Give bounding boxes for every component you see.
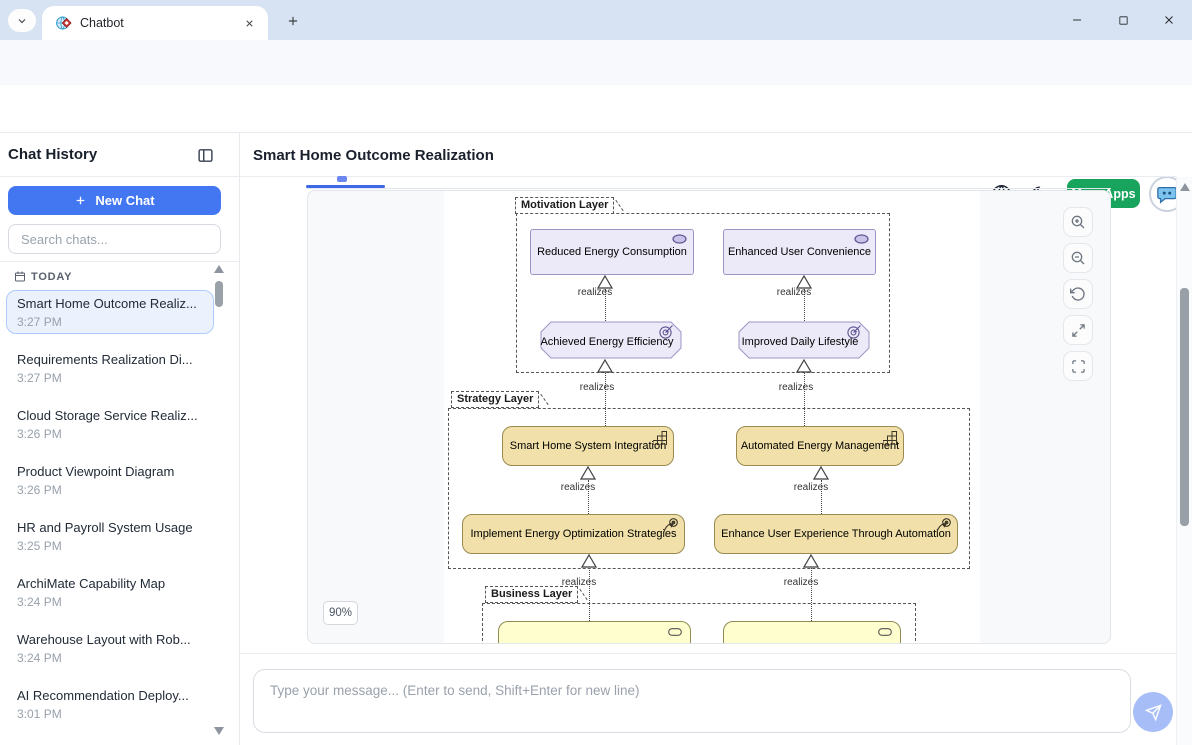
sidebar-scroll-up-arrow[interactable]: [214, 265, 224, 273]
relation-label: realizes: [794, 482, 828, 493]
course-of-action-icon: [663, 518, 678, 533]
relation-label: realizes: [578, 287, 612, 298]
course-of-action-icon: [936, 518, 951, 533]
goal-icon: [854, 234, 869, 244]
new-chat-button[interactable]: New Chat: [8, 186, 221, 215]
plus-icon: [74, 194, 87, 207]
conversation-title: Smart Home Outcome Realization: [253, 147, 494, 164]
browser-tab-strip: Chatbot: [0, 0, 1192, 40]
business-service-icon: [668, 628, 682, 636]
chat-history-item[interactable]: AI Recommendation Deploy... 3:01 PM: [6, 682, 214, 726]
chevron-down-icon: [16, 15, 28, 27]
page-scrollbar-thumb[interactable]: [1180, 288, 1189, 526]
scrolled-tab-fragment: [337, 176, 347, 182]
diagram-fullscreen-button[interactable]: [1063, 351, 1093, 381]
close-icon: [1163, 14, 1175, 26]
plus-icon: [286, 14, 300, 28]
send-icon: [1145, 704, 1162, 721]
diagram-viewer-panel[interactable]: Motivation Layer Reduced Energy Consumpt…: [307, 190, 1111, 644]
business-service-node[interactable]: [723, 621, 901, 644]
motivation-layer-label: Motivation Layer: [515, 197, 614, 214]
relation-label: realizes: [580, 382, 614, 393]
relation-label: realizes: [779, 382, 813, 393]
chat-bot-icon: [1156, 183, 1178, 205]
browser-toolbar: ai-toolbox.visual-paradigm.com/app/chatb…: [0, 40, 1192, 85]
chat-history-item[interactable]: Requirements Realization Di... 3:27 PM: [6, 346, 214, 390]
zoom-in-icon: [1070, 214, 1086, 230]
fullscreen-icon: [1071, 359, 1086, 374]
chat-history-item[interactable]: HR and Payroll System Usage 3:25 PM: [6, 514, 214, 558]
realization-arrowhead: [597, 359, 613, 373]
close-icon: [244, 18, 255, 29]
diagram-zoom-level-badge: 90%: [323, 601, 358, 625]
business-service-node[interactable]: [498, 621, 691, 644]
course-of-action-node[interactable]: Implement Energy Optimization Strategies: [462, 514, 685, 554]
sidebar-collapse-button[interactable]: [196, 146, 214, 164]
content-divider: [240, 176, 1176, 177]
tab-search-button[interactable]: [8, 9, 36, 32]
sidebar-scroll-down-arrow[interactable]: [214, 727, 224, 735]
sidebar-divider: [0, 176, 239, 177]
panel-toggle-icon: [197, 147, 214, 164]
composer-divider: [240, 653, 1176, 654]
diagram-expand-button[interactable]: [1063, 315, 1093, 345]
active-tab-underline: [306, 185, 385, 188]
sidebar-title: Chat History: [8, 146, 97, 163]
visual-paradigm-favicon: [56, 15, 72, 31]
today-label: TODAY: [31, 271, 72, 283]
chat-history-item[interactable]: Smart Home Outcome Realiz... 3:27 PM: [6, 290, 214, 334]
chat-history-list: Smart Home Outcome Realiz... 3:27 PM Req…: [6, 290, 214, 738]
calendar-icon: [14, 270, 26, 283]
strategy-layer-label: Strategy Layer: [451, 391, 539, 408]
maximize-icon: [1118, 15, 1129, 26]
search-chats-input[interactable]: [8, 224, 221, 254]
realization-arrowhead: [813, 466, 829, 480]
message-input[interactable]: [253, 669, 1131, 733]
send-message-button[interactable]: [1133, 692, 1173, 732]
window-maximize-button[interactable]: [1100, 6, 1146, 34]
relation-label: realizes: [561, 482, 595, 493]
window-minimize-button[interactable]: [1054, 6, 1100, 34]
capability-icon: [653, 431, 667, 445]
capability-node[interactable]: Automated Energy Management: [736, 426, 904, 466]
goal-node[interactable]: Reduced Energy Consumption: [530, 229, 694, 275]
sidebar-scrollbar-thumb[interactable]: [215, 281, 223, 307]
chat-history-item[interactable]: Warehouse Layout with Rob... 3:24 PM: [6, 626, 214, 670]
diagram-reset-view-button[interactable]: [1063, 279, 1093, 309]
minimize-icon: [1071, 14, 1083, 26]
chat-history-item[interactable]: ArchiMate Capability Map 3:24 PM: [6, 570, 214, 614]
today-section-header: TODAY: [14, 270, 72, 283]
new-tab-button[interactable]: [280, 9, 306, 33]
diagram-zoom-out-button[interactable]: [1063, 243, 1093, 273]
chat-history-item[interactable]: Product Viewpoint Diagram 3:26 PM: [6, 458, 214, 502]
realization-arrowhead: [803, 554, 819, 568]
business-service-icon: [878, 628, 892, 636]
window-close-button[interactable]: [1146, 6, 1192, 34]
relation-label: realizes: [784, 577, 818, 588]
tab-close-button[interactable]: [240, 14, 258, 32]
goal-icon: [672, 234, 687, 244]
zoom-out-icon: [1070, 250, 1086, 266]
realization-arrowhead: [581, 554, 597, 568]
diagram-zoom-in-button[interactable]: [1063, 207, 1093, 237]
app-header: Chatbot Powered by Visual Paradigm More …: [0, 85, 1192, 133]
tab-title: Chatbot: [80, 16, 124, 30]
sidebar-divider: [0, 261, 239, 262]
realization-arrowhead: [580, 466, 596, 480]
browser-tab-active[interactable]: Chatbot: [42, 6, 268, 40]
course-of-action-node[interactable]: Enhance User Experience Through Automati…: [714, 514, 958, 554]
realization-arrowhead: [796, 359, 812, 373]
capability-icon: [883, 431, 897, 445]
expand-arrows-icon: [1071, 323, 1086, 338]
business-layer-label: Business Layer: [485, 586, 578, 603]
goal-node[interactable]: Enhanced User Convenience: [723, 229, 876, 275]
chat-history-item[interactable]: Cloud Storage Service Realiz... 3:26 PM: [6, 402, 214, 446]
page-scroll-up-arrow[interactable]: [1180, 183, 1190, 191]
rotate-ccw-icon: [1070, 286, 1086, 302]
screen: Chatbot a: [0, 0, 1192, 745]
relation-label: realizes: [777, 287, 811, 298]
capability-node[interactable]: Smart Home System Integration: [502, 426, 674, 466]
tab-bar-line: [306, 188, 1111, 189]
